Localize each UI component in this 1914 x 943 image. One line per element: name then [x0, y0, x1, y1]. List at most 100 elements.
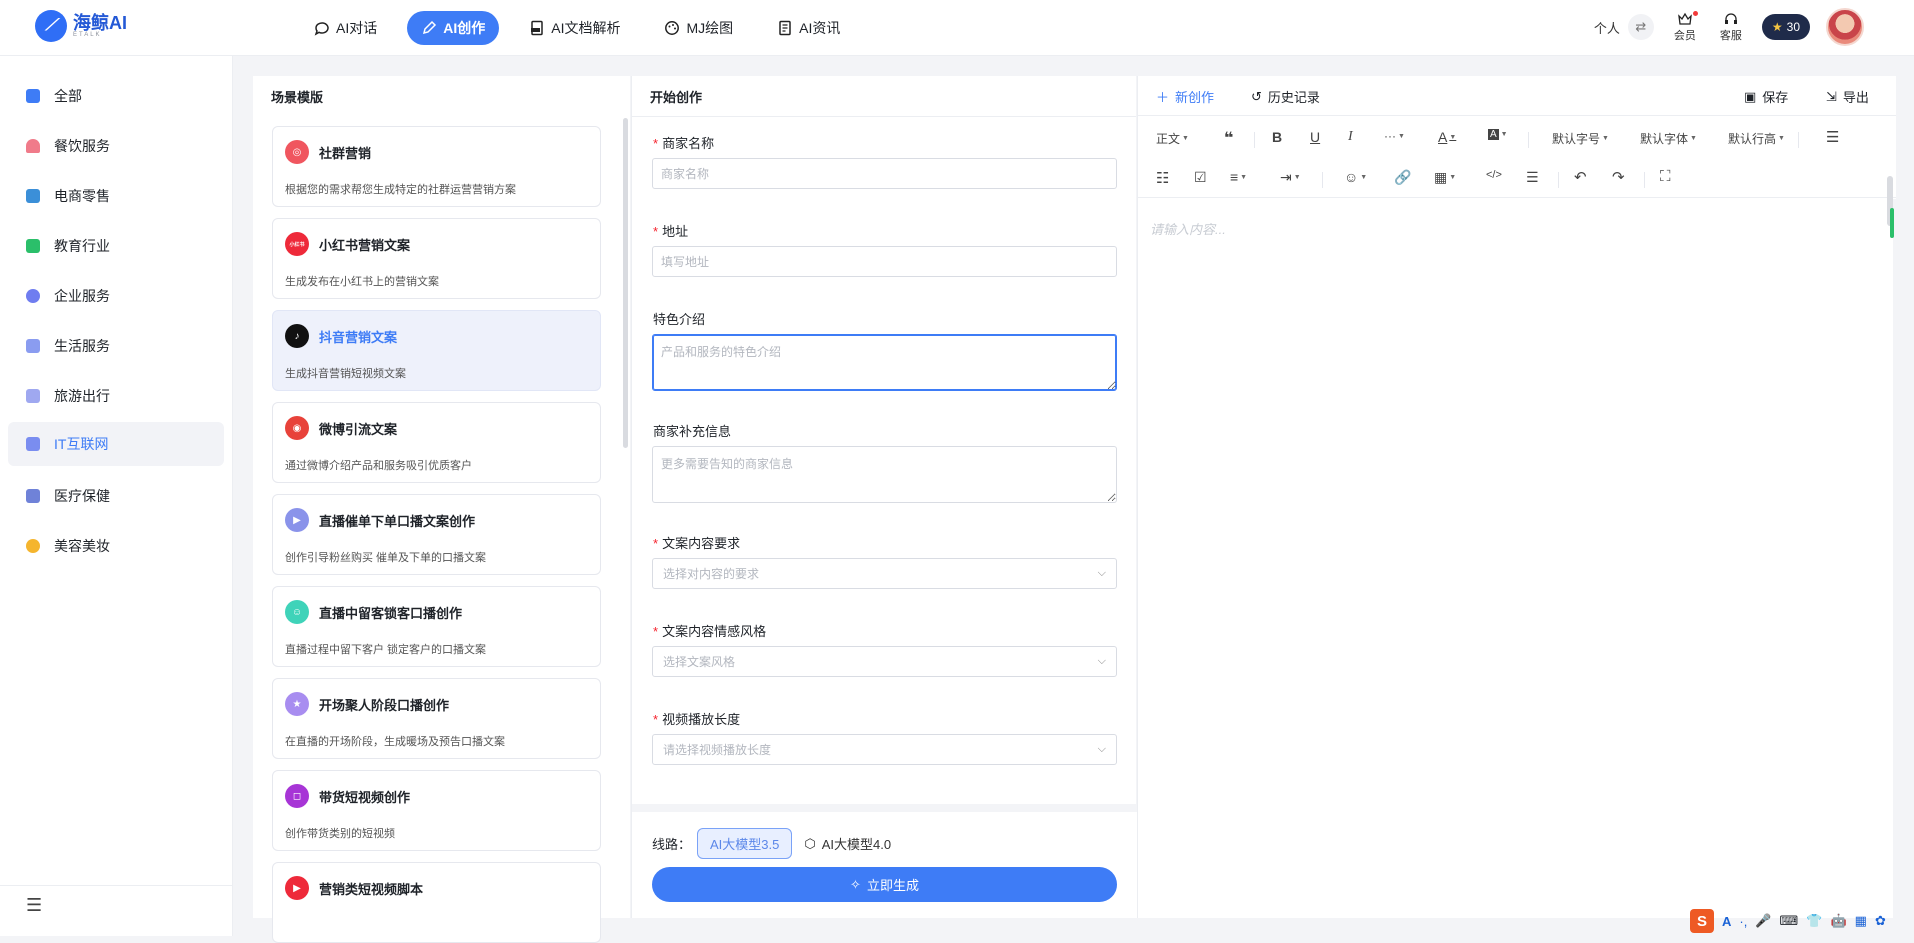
- bold-icon[interactable]: B: [1272, 129, 1282, 145]
- new-creation-button[interactable]: ＋新创作: [1156, 87, 1214, 106]
- avatar[interactable]: [1826, 8, 1864, 46]
- emoji-icon[interactable]: ☺ ▼: [1344, 169, 1367, 185]
- style-select[interactable]: 选择文案风格 ⌵: [652, 646, 1117, 677]
- italic-icon[interactable]: I: [1348, 129, 1353, 145]
- ime-robot-icon[interactable]: 🤖: [1830, 913, 1846, 929]
- bg-color-icon[interactable]: A ▼: [1488, 129, 1508, 140]
- extra-info-textarea[interactable]: [652, 446, 1117, 503]
- more-format-icon[interactable]: ··· ▼: [1384, 129, 1405, 143]
- scene-card[interactable]: ◉ 微博引流文案 通过微博介绍产品和服务吸引优质客户: [272, 402, 601, 483]
- scene-card[interactable]: ▶ 直播催单下单口播文案创作 创作引导粉丝购买 催单及下单的口播文案: [272, 494, 601, 575]
- font-color-icon[interactable]: A ▼: [1438, 129, 1456, 145]
- paragraph-select[interactable]: 正文 ▼: [1156, 130, 1189, 147]
- sidebar-item-all[interactable]: 全部: [8, 74, 224, 118]
- scene-card[interactable]: ▶ 营销类短视频脚本: [272, 862, 601, 943]
- sidebar-item-food[interactable]: 餐饮服务: [8, 124, 224, 168]
- export-icon: ⇲: [1826, 88, 1837, 104]
- personal-switch[interactable]: 个人 ⇄: [1594, 14, 1654, 40]
- nav-mj-draw[interactable]: MJ绘图: [650, 11, 747, 45]
- feature-textarea[interactable]: [652, 334, 1117, 391]
- scene-card[interactable]: ◻ 带货短视频创作 创作带货类别的短视频: [272, 770, 601, 851]
- bullet-list-icon[interactable]: ☰: [1826, 128, 1839, 146]
- font-family-select[interactable]: 默认字体 ▼: [1640, 130, 1697, 147]
- save-button[interactable]: ▣ 保存: [1744, 87, 1788, 106]
- ime-toolbar: S A ·, 🎤 ⌨ 👕 🤖 ▦ ✿: [1690, 908, 1886, 934]
- sidebar-item-ecommerce[interactable]: 电商零售: [8, 174, 224, 218]
- nav-label: AI对话: [336, 20, 378, 36]
- ime-keyboard-icon[interactable]: ⌨: [1780, 913, 1799, 929]
- route-label: 线路：: [652, 837, 692, 852]
- ime-settings-icon[interactable]: ✿: [1875, 913, 1886, 929]
- address-input[interactable]: [652, 246, 1117, 277]
- todo-icon[interactable]: ☑: [1194, 169, 1207, 186]
- model-40-button[interactable]: ⬡ AI大模型4.0: [804, 834, 891, 853]
- model-35-button[interactable]: AI大模型3.5: [697, 828, 793, 859]
- face-icon: [26, 539, 40, 553]
- scene-card[interactable]: 小红书 小红书营销文案 生成发布在小红书上的营销文案: [272, 218, 601, 299]
- font-size-select[interactable]: 默认字号 ▼: [1552, 130, 1609, 147]
- video-length-select[interactable]: 请选择视频播放长度 ⌵: [652, 734, 1117, 765]
- sidebar-item-beauty[interactable]: 美容美妆: [8, 524, 224, 568]
- nav-ai-create[interactable]: AI创作: [407, 11, 500, 45]
- content-req-select[interactable]: 选择对内容的要求 ⌵: [652, 558, 1117, 589]
- nav-ai-doc[interactable]: AI文档解析: [515, 11, 634, 45]
- headset-icon: [1724, 13, 1737, 24]
- align-icon[interactable]: ≡ ▼: [1230, 169, 1247, 185]
- brand-logo[interactable]: ⟋ 海鲸AI ETALK: [35, 10, 127, 42]
- nav-ai-news[interactable]: AI资讯: [763, 11, 854, 45]
- sidebar-item-medical[interactable]: 医疗保健: [8, 474, 224, 518]
- nav-label: AI资讯: [799, 20, 841, 36]
- ime-logo-icon[interactable]: S: [1690, 909, 1714, 933]
- credits-badge[interactable]: ★ 30: [1761, 14, 1810, 40]
- line-height-select[interactable]: 默认行高 ▼: [1728, 130, 1785, 147]
- scene-card[interactable]: ◎ 社群营销 根据您的需求帮您生成特定的社群运营营销方案: [272, 126, 601, 207]
- quote-icon[interactable]: ❝: [1224, 128, 1233, 148]
- pdf-icon: [531, 20, 543, 36]
- editor-content[interactable]: 请输入内容...: [1138, 199, 1893, 918]
- ime-grid-icon[interactable]: ▦: [1855, 913, 1867, 929]
- menu-icon[interactable]: ☰: [26, 895, 42, 916]
- ime-skin-icon[interactable]: 👕: [1806, 913, 1822, 929]
- generate-button[interactable]: ✧ 立即生成: [652, 867, 1117, 902]
- ime-lang-icon[interactable]: A: [1722, 914, 1731, 929]
- undo-icon[interactable]: ↶: [1574, 168, 1587, 186]
- sidebar-item-it[interactable]: IT互联网: [8, 422, 224, 466]
- indent-icon[interactable]: ⇥ ▼: [1280, 169, 1301, 186]
- sidebar-item-label: 餐饮服务: [54, 138, 110, 154]
- divider-line-icon[interactable]: ☰: [1526, 169, 1539, 186]
- sidebar-item-label: 医疗保健: [54, 488, 110, 504]
- style-label: * 文案内容情感风格: [653, 624, 767, 639]
- scrollbar[interactable]: [623, 118, 628, 448]
- member-label: 会员: [1673, 30, 1696, 42]
- redo-icon[interactable]: ↷: [1612, 168, 1625, 186]
- ime-punct-icon[interactable]: ·,: [1739, 914, 1747, 929]
- service-button[interactable]: 客服: [1716, 11, 1746, 43]
- scene-card[interactable]: ☺ 直播中留客锁客口播创作 直播过程中留下客户 锁定客户的口播文案: [272, 586, 601, 667]
- scene-card[interactable]: ♪ 抖音营销文案 生成抖音营销短视频文案: [272, 310, 601, 391]
- sidebar-item-life[interactable]: 生活服务: [8, 324, 224, 368]
- ordered-list-icon[interactable]: ☷: [1156, 169, 1169, 187]
- ime-mic-icon[interactable]: 🎤: [1755, 913, 1771, 929]
- swap-icon[interactable]: ⇄: [1627, 14, 1654, 40]
- scene-card-title: 小红书营销文案: [319, 238, 411, 253]
- sidebar-item-travel[interactable]: 旅游出行: [8, 374, 224, 418]
- fullscreen-icon[interactable]: ⛶: [1660, 168, 1671, 185]
- link-icon[interactable]: 🔗: [1394, 169, 1411, 186]
- sidebar-item-education[interactable]: 教育行业: [8, 224, 224, 268]
- table-icon[interactable]: ▦ ▼: [1434, 169, 1456, 186]
- merchant-name-input[interactable]: [652, 158, 1117, 189]
- export-button[interactable]: ⇲ 导出: [1826, 87, 1869, 106]
- building-icon: [26, 289, 40, 303]
- chevron-down-icon: ⌵: [1097, 567, 1106, 579]
- member-button[interactable]: 会员: [1670, 11, 1700, 43]
- sidebar-item-enterprise[interactable]: 企业服务: [8, 274, 224, 318]
- code-icon[interactable]: </>: [1486, 169, 1502, 181]
- crown-icon: [1677, 12, 1692, 25]
- hexagon-icon: ⬡: [804, 835, 816, 851]
- scene-card[interactable]: ★ 开场聚人阶段口播创作 在直播的开场阶段，生成暖场及预告口播文案: [272, 678, 601, 759]
- nav-ai-chat[interactable]: AI对话: [300, 11, 391, 45]
- history-button[interactable]: ↺ 历史记录: [1251, 87, 1320, 106]
- underline-icon[interactable]: U: [1310, 129, 1320, 145]
- merchant-label: * 商家名称: [653, 136, 715, 151]
- divider: [1558, 172, 1559, 188]
